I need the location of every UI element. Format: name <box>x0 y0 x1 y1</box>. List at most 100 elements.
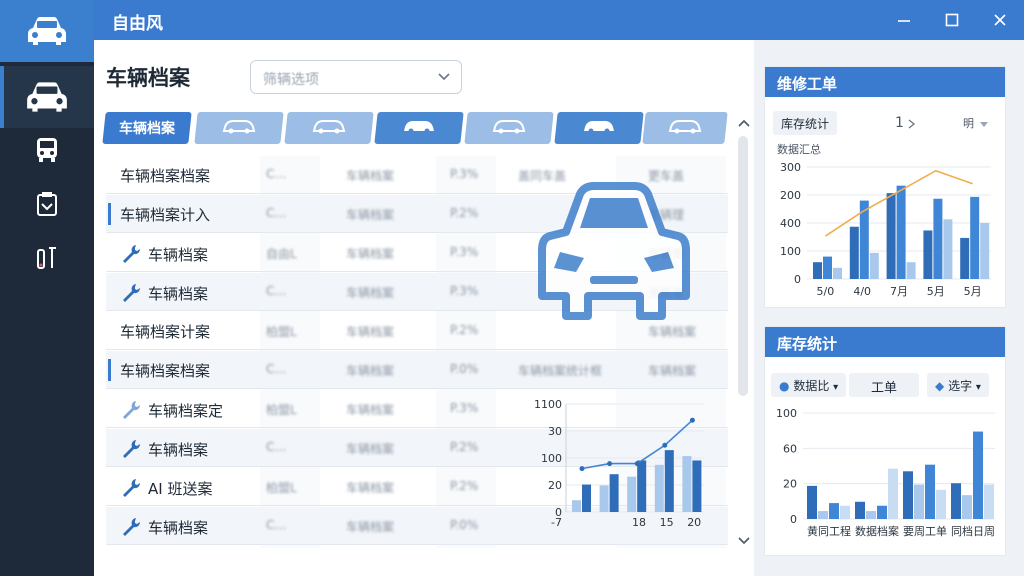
row-cell: P.2% <box>450 323 479 337</box>
bar <box>896 185 906 279</box>
panel-title: 库存统计 <box>765 327 1005 357</box>
row-name-text: 车辆档案计案 <box>120 323 211 341</box>
period-select[interactable]: 明 <box>963 115 974 131</box>
maximize-button[interactable] <box>940 8 964 32</box>
bar <box>582 484 591 512</box>
bar <box>933 198 943 279</box>
y-tick-label: 0 <box>790 513 797 526</box>
bar <box>664 450 674 512</box>
tools-icon <box>37 247 56 269</box>
x-tick-label: 5/0 <box>817 285 835 298</box>
row-cell: P.3% <box>450 401 479 415</box>
row-cell: 车辆档案 <box>346 364 395 378</box>
title-bar: 自由风 <box>94 0 1024 40</box>
nav-bus[interactable] <box>0 130 94 170</box>
y-tick-label: 100 <box>780 245 801 258</box>
x-tick-label: -7 <box>551 516 562 529</box>
bar <box>906 262 916 279</box>
dot-icon: ● <box>779 379 790 393</box>
tab-car-4[interactable] <box>464 112 554 144</box>
bar <box>813 262 822 279</box>
document-icon <box>37 192 57 216</box>
row-cell: 柏盟L <box>266 403 297 417</box>
row-cell: 车辆档案 <box>648 325 697 339</box>
app-logo[interactable] <box>0 0 94 62</box>
bar <box>936 489 946 519</box>
close-icon <box>994 14 1006 26</box>
row-name: 车辆档案 <box>120 243 208 265</box>
data-filter[interactable]: ● 数据比 ▾ <box>771 373 847 397</box>
car-icon <box>312 120 346 134</box>
nav-records[interactable] <box>0 184 94 224</box>
bar <box>973 431 983 519</box>
row-cell: 车辆档案 <box>346 442 395 456</box>
close-button[interactable] <box>988 8 1012 32</box>
vehicle-tabs: 车辆档案 <box>102 112 728 146</box>
tab-car-1[interactable] <box>194 112 284 144</box>
wrench-icon <box>123 401 141 419</box>
tab-vehicle-records[interactable]: 车辆档案 <box>102 112 192 144</box>
y-tick-label: 0 <box>794 273 801 286</box>
bar <box>627 476 637 512</box>
row-name: 车辆档案定 <box>120 399 223 421</box>
row-cell: C… <box>266 284 287 298</box>
scroll-thumb[interactable] <box>738 136 748 396</box>
nav-vehicles[interactable] <box>0 66 94 128</box>
tab-car-3[interactable] <box>374 112 464 144</box>
y-tick-label: 60 <box>783 442 797 455</box>
bar <box>951 483 961 519</box>
filter-select[interactable]: 筛辆选项 <box>250 60 462 94</box>
stock-stats-chip[interactable]: 库存统计 <box>773 111 838 135</box>
mini-bar-chart: 110030100200-7 18 15 20 <box>534 398 704 529</box>
select-filter[interactable]: ◆ 选字 ▾ <box>927 373 989 397</box>
chevron-down-icon <box>738 537 750 545</box>
tab-car-6[interactable] <box>642 112 728 144</box>
y-tick-label: 20 <box>783 478 797 491</box>
row-cell: P.2% <box>450 206 479 220</box>
row-cell: 车辆档案 <box>346 286 395 300</box>
row-name-text: 车辆档案 <box>148 284 209 303</box>
list-row[interactable]: 车辆档案档案 C… 车辆档案 P.0% 车辆档案统计框 车辆档案 <box>106 351 728 389</box>
y-tick-label: 1100 <box>534 398 562 411</box>
x-tick-label: 要周工单 <box>903 525 947 538</box>
page-title: 车辆档案 <box>106 66 190 90</box>
row-cell: P.3% <box>450 245 479 259</box>
row-cell: P.0% <box>450 518 479 532</box>
row-name: 车辆档案 <box>120 438 208 460</box>
y-tick-label: 20 <box>548 479 562 492</box>
minimize-button[interactable] <box>892 8 916 32</box>
row-cell: 柏盟L <box>266 481 297 495</box>
wrench-icon <box>123 518 141 536</box>
row-name-text: 车辆档案 <box>148 245 209 264</box>
list-scrollbar[interactable] <box>736 116 752 548</box>
tab-car-2[interactable] <box>284 112 374 144</box>
car-icon <box>222 120 256 134</box>
x-tick-label: 20 <box>687 516 701 529</box>
bar <box>886 193 896 279</box>
bar <box>609 474 619 512</box>
bar <box>877 505 887 519</box>
row-cell: C… <box>266 167 287 181</box>
wrench-icon <box>123 479 141 497</box>
row-name-text: 车辆档案计入 <box>120 206 211 224</box>
line-point <box>662 442 668 448</box>
nav-tools[interactable] <box>0 238 94 278</box>
row-name-text: 车辆档案 <box>148 518 209 537</box>
line-point <box>689 417 695 423</box>
bar <box>980 223 990 279</box>
y-tick-label: 400 <box>780 217 801 230</box>
row-cell: 车辆档案 <box>346 208 395 222</box>
work-order-button[interactable]: 工单 <box>849 373 919 397</box>
chart-subtitle: 数据汇总 <box>777 143 821 156</box>
line-point <box>579 466 585 472</box>
car-icon <box>28 17 66 45</box>
row-cell: C… <box>266 362 287 376</box>
x-tick-label: 5月 <box>964 285 982 298</box>
car-icon <box>404 121 434 134</box>
stock-bar-chart: 100 60 20 0 黄同工程 数据档案 要周工单 同档日周 <box>776 407 995 538</box>
row-name-text: 车辆档案档案 <box>120 167 211 185</box>
tab-car-5[interactable] <box>554 112 644 144</box>
chevron-right-icon[interactable] <box>907 119 917 129</box>
tab-label: 车辆档案 <box>119 121 175 137</box>
line-point <box>607 461 613 467</box>
